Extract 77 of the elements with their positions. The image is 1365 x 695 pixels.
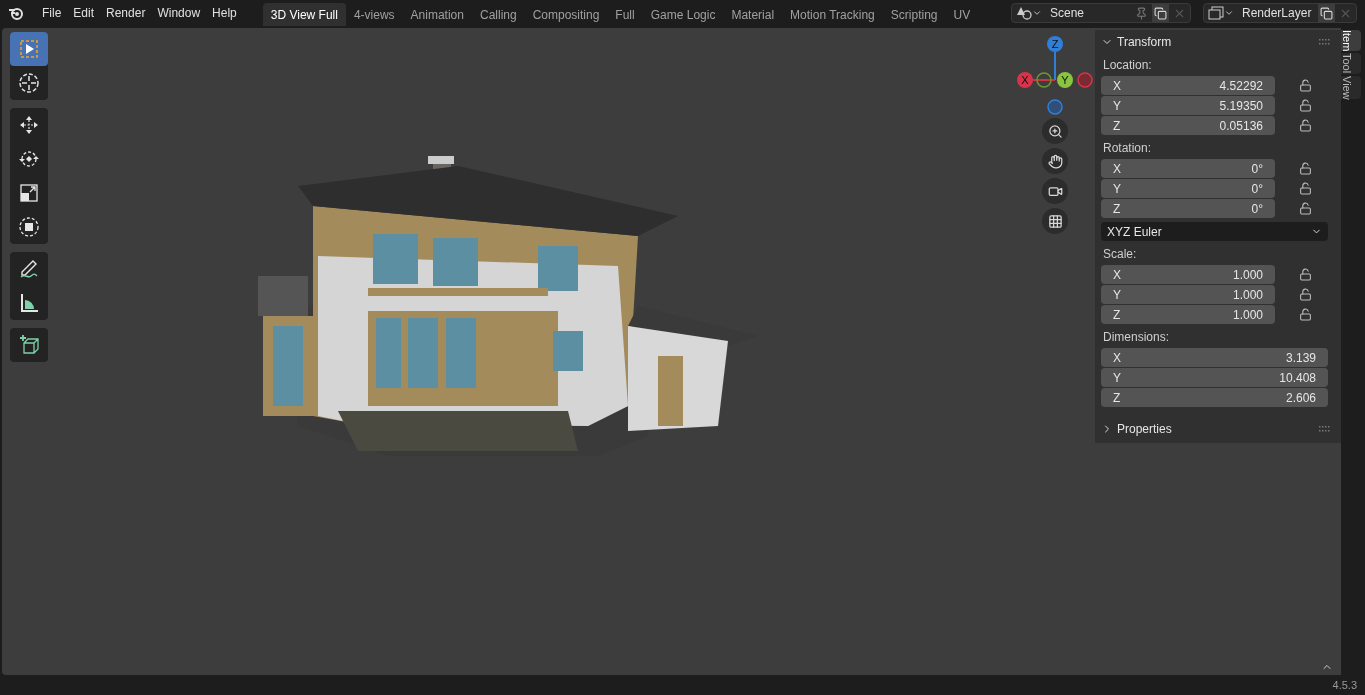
copy-layer-button[interactable] <box>1318 4 1335 22</box>
panel-title: Properties <box>1117 421 1172 438</box>
unlock-icon[interactable] <box>1299 202 1312 215</box>
pencil-icon <box>18 258 40 280</box>
number-field[interactable]: X 4.52292 <box>1101 76 1275 95</box>
transform-icon <box>18 216 40 238</box>
number-field[interactable]: Z 1.000 <box>1101 305 1275 324</box>
workspace-tab[interactable]: Scripting <box>882 3 946 26</box>
number-field[interactable]: Y 0° <box>1101 179 1275 198</box>
number-field[interactable]: Z 2.606 <box>1101 388 1328 407</box>
rotation-mode-dropdown[interactable]: XYZ Euler <box>1101 222 1328 241</box>
number-field[interactable]: Y 10.408 <box>1101 368 1328 387</box>
ortho-grid-button[interactable] <box>1042 208 1068 234</box>
workspace-tab[interactable]: 3D View Full <box>262 3 346 26</box>
grid-icon <box>1047 213 1063 229</box>
rotate-icon <box>18 148 40 170</box>
unlock-icon[interactable] <box>1299 99 1312 112</box>
sidebar-tab[interactable]: View <box>1341 75 1361 100</box>
workspace-tab[interactable]: Game Logic <box>642 3 724 26</box>
workspace-tab[interactable]: Compositing <box>524 3 608 26</box>
select-box-icon <box>19 39 39 59</box>
app-logo-icon[interactable] <box>8 6 24 20</box>
menu-item[interactable]: Window <box>151 4 207 22</box>
zoom-button[interactable] <box>1042 118 1068 144</box>
number-field[interactable]: Y 5.19350 <box>1101 96 1275 115</box>
menu-item[interactable]: Help <box>206 4 243 22</box>
version-label: 4.5.3 <box>1332 677 1357 693</box>
workspace-tab[interactable]: Calling <box>471 3 525 26</box>
scene-selector[interactable]: Scene <box>1011 3 1191 23</box>
workspace-tab[interactable]: Material <box>723 3 783 26</box>
unlock-icon[interactable] <box>1299 308 1312 321</box>
properties-header[interactable]: Properties <box>1101 419 1335 439</box>
group-label: Rotation: <box>1102 140 1153 157</box>
workspace-tab[interactable]: 4-views <box>345 3 403 26</box>
drag-handle-icon[interactable] <box>1319 39 1331 45</box>
number-field[interactable]: Z 0° <box>1101 199 1275 218</box>
workspace-tab[interactable]: UV <box>945 3 979 26</box>
group-label: Location: <box>1102 57 1153 74</box>
scene-name: Scene <box>1049 5 1086 22</box>
scale-icon <box>19 183 39 203</box>
move-arrows-icon <box>18 114 40 136</box>
unlock-icon[interactable] <box>1299 162 1312 175</box>
group-label: Dimensions: <box>1102 329 1171 346</box>
number-field[interactable]: X 3.139 <box>1101 348 1328 367</box>
copy-scene-button[interactable] <box>1152 4 1169 22</box>
pin-icon[interactable] <box>1135 6 1148 20</box>
menu-item[interactable]: Render <box>100 4 152 22</box>
workspace-tab[interactable]: Motion Tracking <box>782 3 883 26</box>
number-field[interactable]: Y 1.000 <box>1101 285 1275 304</box>
hand-icon <box>1047 153 1063 169</box>
sidebar-tab[interactable]: Tool <box>1341 53 1361 74</box>
workspace-tab[interactable]: Full <box>607 3 643 26</box>
number-field[interactable]: X 0° <box>1101 159 1275 178</box>
panel-title: Transform <box>1117 34 1172 51</box>
sidebar-tab[interactable]: Item <box>1341 30 1361 52</box>
camera-view-button[interactable] <box>1042 178 1068 204</box>
view-layer-selector[interactable]: RenderLayer <box>1203 3 1357 23</box>
pan-button[interactable] <box>1042 148 1068 174</box>
number-field[interactable]: X 1.000 <box>1101 265 1275 284</box>
axis-gizmo-drawing[interactable]: Z X Y <box>1015 34 1095 116</box>
unlock-icon[interactable] <box>1299 119 1312 132</box>
unlock-icon[interactable] <box>1299 182 1312 195</box>
unlock-icon[interactable] <box>1299 268 1312 281</box>
unlock-icon[interactable] <box>1299 288 1312 301</box>
ruler-icon <box>18 292 40 314</box>
menu-item[interactable]: Edit <box>67 4 101 22</box>
transform-header[interactable]: Transform <box>1101 32 1335 52</box>
number-field[interactable]: Z 0.05136 <box>1101 116 1275 135</box>
zoom-icon <box>1047 123 1063 139</box>
menu-item[interactable]: File <box>36 4 68 22</box>
workspace-tab[interactable]: Animation <box>402 3 472 26</box>
unlock-icon[interactable] <box>1299 79 1312 92</box>
group-label: Scale: <box>1102 246 1138 263</box>
cursor-icon <box>18 72 40 94</box>
add-cube-icon <box>18 334 40 356</box>
drag-handle-icon[interactable] <box>1319 426 1331 432</box>
view-layer-name: RenderLayer <box>1241 5 1313 22</box>
